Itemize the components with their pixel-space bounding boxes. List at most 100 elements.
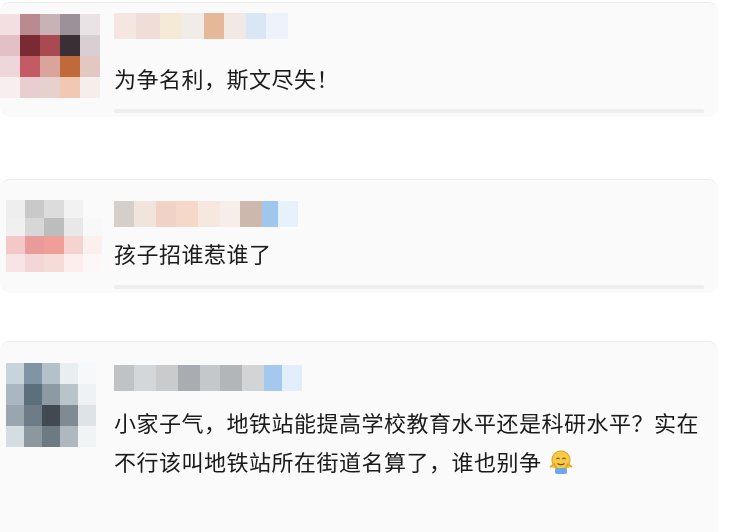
comment-card[interactable]: 为争名利，斯文尽失！ [0,2,718,117]
avatar-pixel [60,14,80,35]
avatar-pixel [78,405,96,426]
avatar-pixel [63,254,83,272]
username[interactable] [114,201,298,227]
username-pixel [178,365,200,391]
username-pixel [114,201,134,227]
avatar[interactable] [0,14,100,98]
username-pixel [176,201,198,227]
avatar-pixel [60,405,78,426]
avatar-pixel [24,405,42,426]
username-pixel [242,365,264,391]
username-pixel [204,13,224,39]
comment-card[interactable]: 小家子气，地铁站能提高学校教育水平还是科研水平？实在不行该叫地铁站所在街道名算了… [0,341,718,532]
avatar-pixel [40,56,60,77]
avatar-pixel [78,426,96,447]
comment-text: 为争名利，斯文尽失！ [114,69,340,94]
avatar-pixel [42,384,60,405]
avatar-pixel [40,77,60,98]
comment-feed: 为争名利，斯文尽失！ 孩子招谁惹谁了 小家子气，地铁站能提高学校教育水平还是科研… [0,0,739,532]
comment-text: 小家子气，地铁站能提高学校教育水平还是科研水平？实在不行该叫地铁站所在街道名算了… [114,406,704,484]
avatar-pixel [78,363,96,384]
avatar-pixel [0,35,20,56]
avatar-pixel [80,77,100,98]
avatar-pixel [6,236,26,254]
avatar-pixel [6,218,26,236]
avatar-pixel [6,200,26,218]
avatar-pixel [25,254,45,272]
avatar-pixel [63,236,83,254]
username-pixel [198,201,220,227]
avatar-pixel [6,405,24,426]
avatar-pixel [24,384,42,405]
username-pixel [114,13,136,39]
comment-text-body: 小家子气，地铁站能提高学校教育水平还是科研水平？实在不行该叫地铁站所在街道名算了… [114,413,700,477]
username[interactable] [114,365,302,391]
avatar-pixel [80,56,100,77]
username-pixel [156,201,176,227]
username-pixel [220,201,240,227]
avatar-pixel [60,56,80,77]
avatar-pixel [63,200,83,218]
username-pixel [264,365,282,391]
avatar-pixel [80,35,100,56]
avatar-pixel [82,254,102,272]
avatar[interactable] [6,200,102,272]
avatar-pixel [6,384,24,405]
avatar-pixel [78,384,96,405]
username-pixel [200,365,220,391]
avatar-pixel [60,77,80,98]
avatar-pixel [40,14,60,35]
avatar-pixel [24,363,42,384]
card-footer-divider [114,285,704,289]
username-pixel [224,13,246,39]
avatar-pixel [42,405,60,426]
avatar-pixel [82,218,102,236]
avatar-pixel [63,218,83,236]
avatar-pixel [20,35,40,56]
comment-text: 孩子招谁惹谁了 [114,244,272,269]
username-pixel [136,13,160,39]
avatar-pixel [6,254,26,272]
comment-card[interactable]: 孩子招谁惹谁了 [0,179,718,293]
avatar-pixel [25,200,45,218]
avatar-pixel [20,56,40,77]
avatar-pixel [44,200,64,218]
avatar-pixel [20,14,40,35]
avatar-pixel [40,35,60,56]
avatar-pixel [0,56,20,77]
card-footer-divider [114,109,704,113]
avatar[interactable] [6,363,96,447]
shrug-emoji-icon [548,449,574,475]
username-pixel [134,201,156,227]
username[interactable] [114,13,288,39]
avatar-pixel [60,35,80,56]
username-pixel [240,201,262,227]
avatar-pixel [60,384,78,405]
username-pixel [160,13,182,39]
avatar-pixel [80,14,100,35]
username-pixel [134,365,156,391]
avatar-pixel [0,14,20,35]
avatar-pixel [44,236,64,254]
avatar-pixel [44,254,64,272]
username-pixel [114,365,134,391]
username-pixel [282,365,302,391]
username-pixel [278,201,298,227]
avatar-pixel [6,426,24,447]
avatar-pixel [44,218,64,236]
avatar-pixel [6,363,24,384]
username-pixel [182,13,204,39]
avatar-pixel [82,236,102,254]
avatar-pixel [42,426,60,447]
avatar-pixel [0,77,20,98]
avatar-pixel [60,426,78,447]
avatar-pixel [82,200,102,218]
avatar-pixel [25,218,45,236]
avatar-pixel [42,363,60,384]
username-pixel [262,201,278,227]
username-pixel [220,365,242,391]
avatar-pixel [60,363,78,384]
username-pixel [156,365,178,391]
username-pixel [246,13,266,39]
username-pixel [266,13,288,39]
